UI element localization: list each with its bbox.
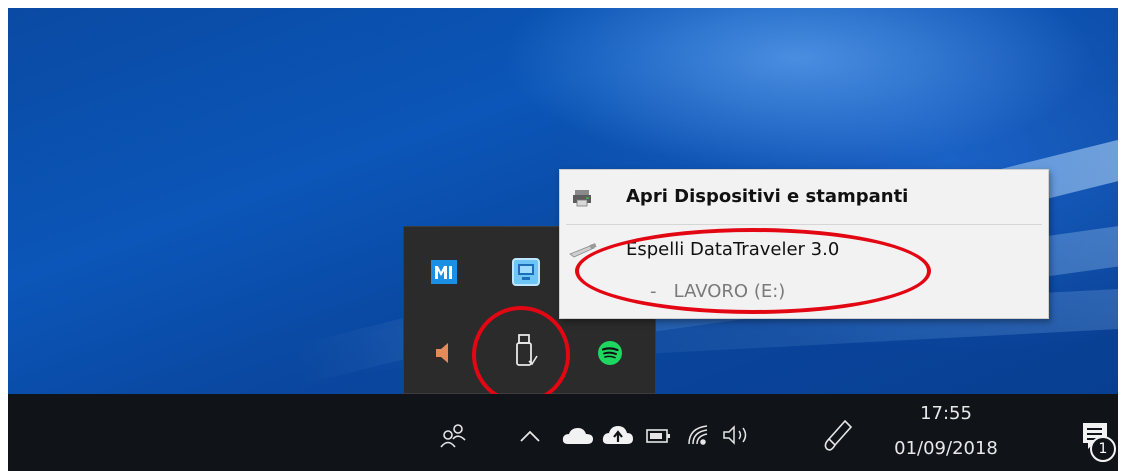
clock-date[interactable]: 01/09/2018	[876, 438, 1016, 459]
volume-muted-icon[interactable]	[428, 339, 458, 367]
menu-item-label: Apri Dispositivi e stampanti	[626, 186, 909, 207]
network-app-icon[interactable]	[509, 255, 543, 289]
people-icon[interactable]	[436, 418, 470, 452]
volume-icon[interactable]	[718, 420, 754, 450]
battery-icon[interactable]	[644, 424, 674, 448]
wifi-icon[interactable]	[682, 420, 714, 450]
notification-count-badge: 1	[1090, 436, 1116, 462]
menu-separator	[566, 224, 1042, 225]
spotify-icon[interactable]	[594, 337, 626, 369]
menu-item-open-devices-printers[interactable]: Apri Dispositivi e stampanti	[560, 170, 1048, 224]
pen-icon[interactable]	[818, 416, 858, 456]
action-center-button[interactable]: 1	[1074, 410, 1120, 466]
annotation-ellipse-eject	[575, 228, 931, 314]
onedrive-icon[interactable]	[560, 422, 596, 450]
malwarebytes-icon[interactable]	[428, 257, 460, 287]
clock-time[interactable]: 17:55	[906, 403, 986, 424]
devices-printers-icon	[572, 188, 594, 212]
chevron-up-icon[interactable]	[516, 422, 544, 450]
annotation-circle-usb	[472, 306, 570, 404]
upload-cloud-icon[interactable]	[600, 420, 636, 450]
